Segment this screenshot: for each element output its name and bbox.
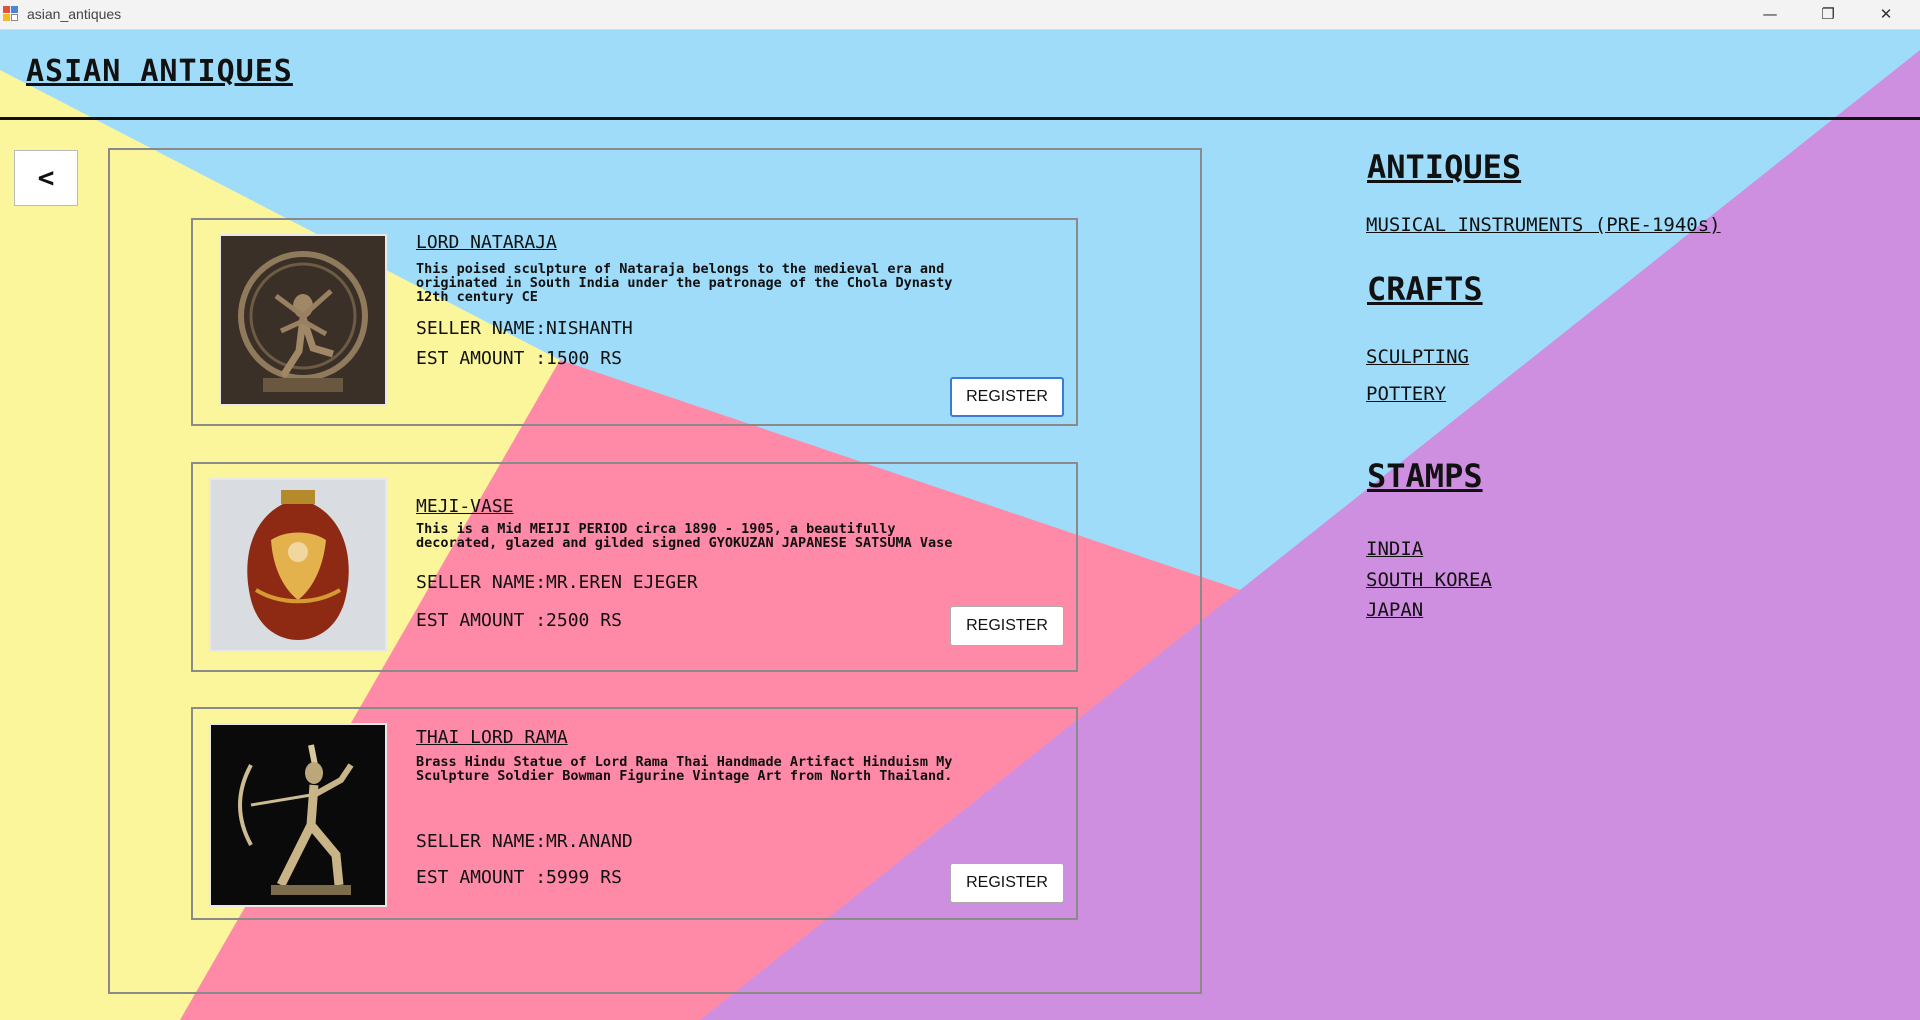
link-pottery[interactable]: POTTERY	[1366, 383, 1446, 405]
meiji-vase-image	[209, 478, 387, 652]
lord-rama-image	[209, 723, 387, 907]
link-india[interactable]: INDIA	[1366, 538, 1423, 560]
window-title: asian_antiques	[27, 6, 122, 22]
listing-name: MEJI-VASE	[416, 496, 514, 517]
listing-amount: EST AMOUNT :1500 RS	[416, 348, 622, 369]
register-button[interactable]: REGISTER	[950, 377, 1064, 417]
link-south-korea[interactable]: SOUTH KOREA	[1366, 569, 1492, 591]
minimize-button[interactable]: —	[1742, 0, 1798, 29]
app-client-area: ASIAN ANTIQUES < LORD NATARAJA This pois…	[0, 30, 1920, 1020]
register-button[interactable]: REGISTER	[950, 606, 1064, 646]
category-crafts-heading[interactable]: CRAFTS	[1367, 270, 1483, 308]
listing-seller: SELLER NAME:NISHANTH	[416, 318, 633, 339]
listing-amount: EST AMOUNT :5999 RS	[416, 867, 622, 888]
listing-description: Brass Hindu Statue of Lord Rama Thai Han…	[416, 754, 953, 784]
app-title: ASIAN ANTIQUES	[26, 54, 293, 89]
listing-description: This poised sculpture of Nataraja belong…	[416, 261, 953, 305]
listing-card: MEJI-VASE This is a Mid MEIJI PERIOD cir…	[191, 462, 1078, 672]
title-divider	[0, 117, 1920, 120]
category-antiques-heading[interactable]: ANTIQUES	[1367, 148, 1521, 186]
listing-card: LORD NATARAJA This poised sculpture of N…	[191, 218, 1078, 426]
listing-card: THAI LORD RAMA Brass Hindu Statue of Lor…	[191, 707, 1078, 920]
link-japan[interactable]: JAPAN	[1366, 599, 1423, 621]
maximize-button[interactable]: ❐	[1800, 0, 1856, 29]
listing-amount: EST AMOUNT :2500 RS	[416, 610, 622, 631]
back-button[interactable]: <	[14, 150, 78, 206]
link-musical-instruments[interactable]: MUSICAL INSTRUMENTS (PRE-1940s)	[1366, 214, 1721, 236]
nataraja-image	[219, 234, 387, 406]
listing-description: This is a Mid MEIJI PERIOD circa 1890 - …	[416, 521, 953, 551]
window-titlebar: asian_antiques — ❐ ✕	[0, 0, 1920, 30]
link-sculpting[interactable]: SCULPTING	[1366, 346, 1469, 368]
listing-name: THAI LORD RAMA	[416, 727, 568, 748]
close-button[interactable]: ✕	[1858, 0, 1914, 29]
listing-seller: SELLER NAME:MR.EREN EJEGER	[416, 572, 698, 593]
category-stamps-heading[interactable]: STAMPS	[1367, 457, 1483, 495]
app-icon	[3, 6, 19, 22]
register-button[interactable]: REGISTER	[950, 863, 1064, 903]
listing-name: LORD NATARAJA	[416, 232, 557, 253]
listing-seller: SELLER NAME:MR.ANAND	[416, 831, 633, 852]
